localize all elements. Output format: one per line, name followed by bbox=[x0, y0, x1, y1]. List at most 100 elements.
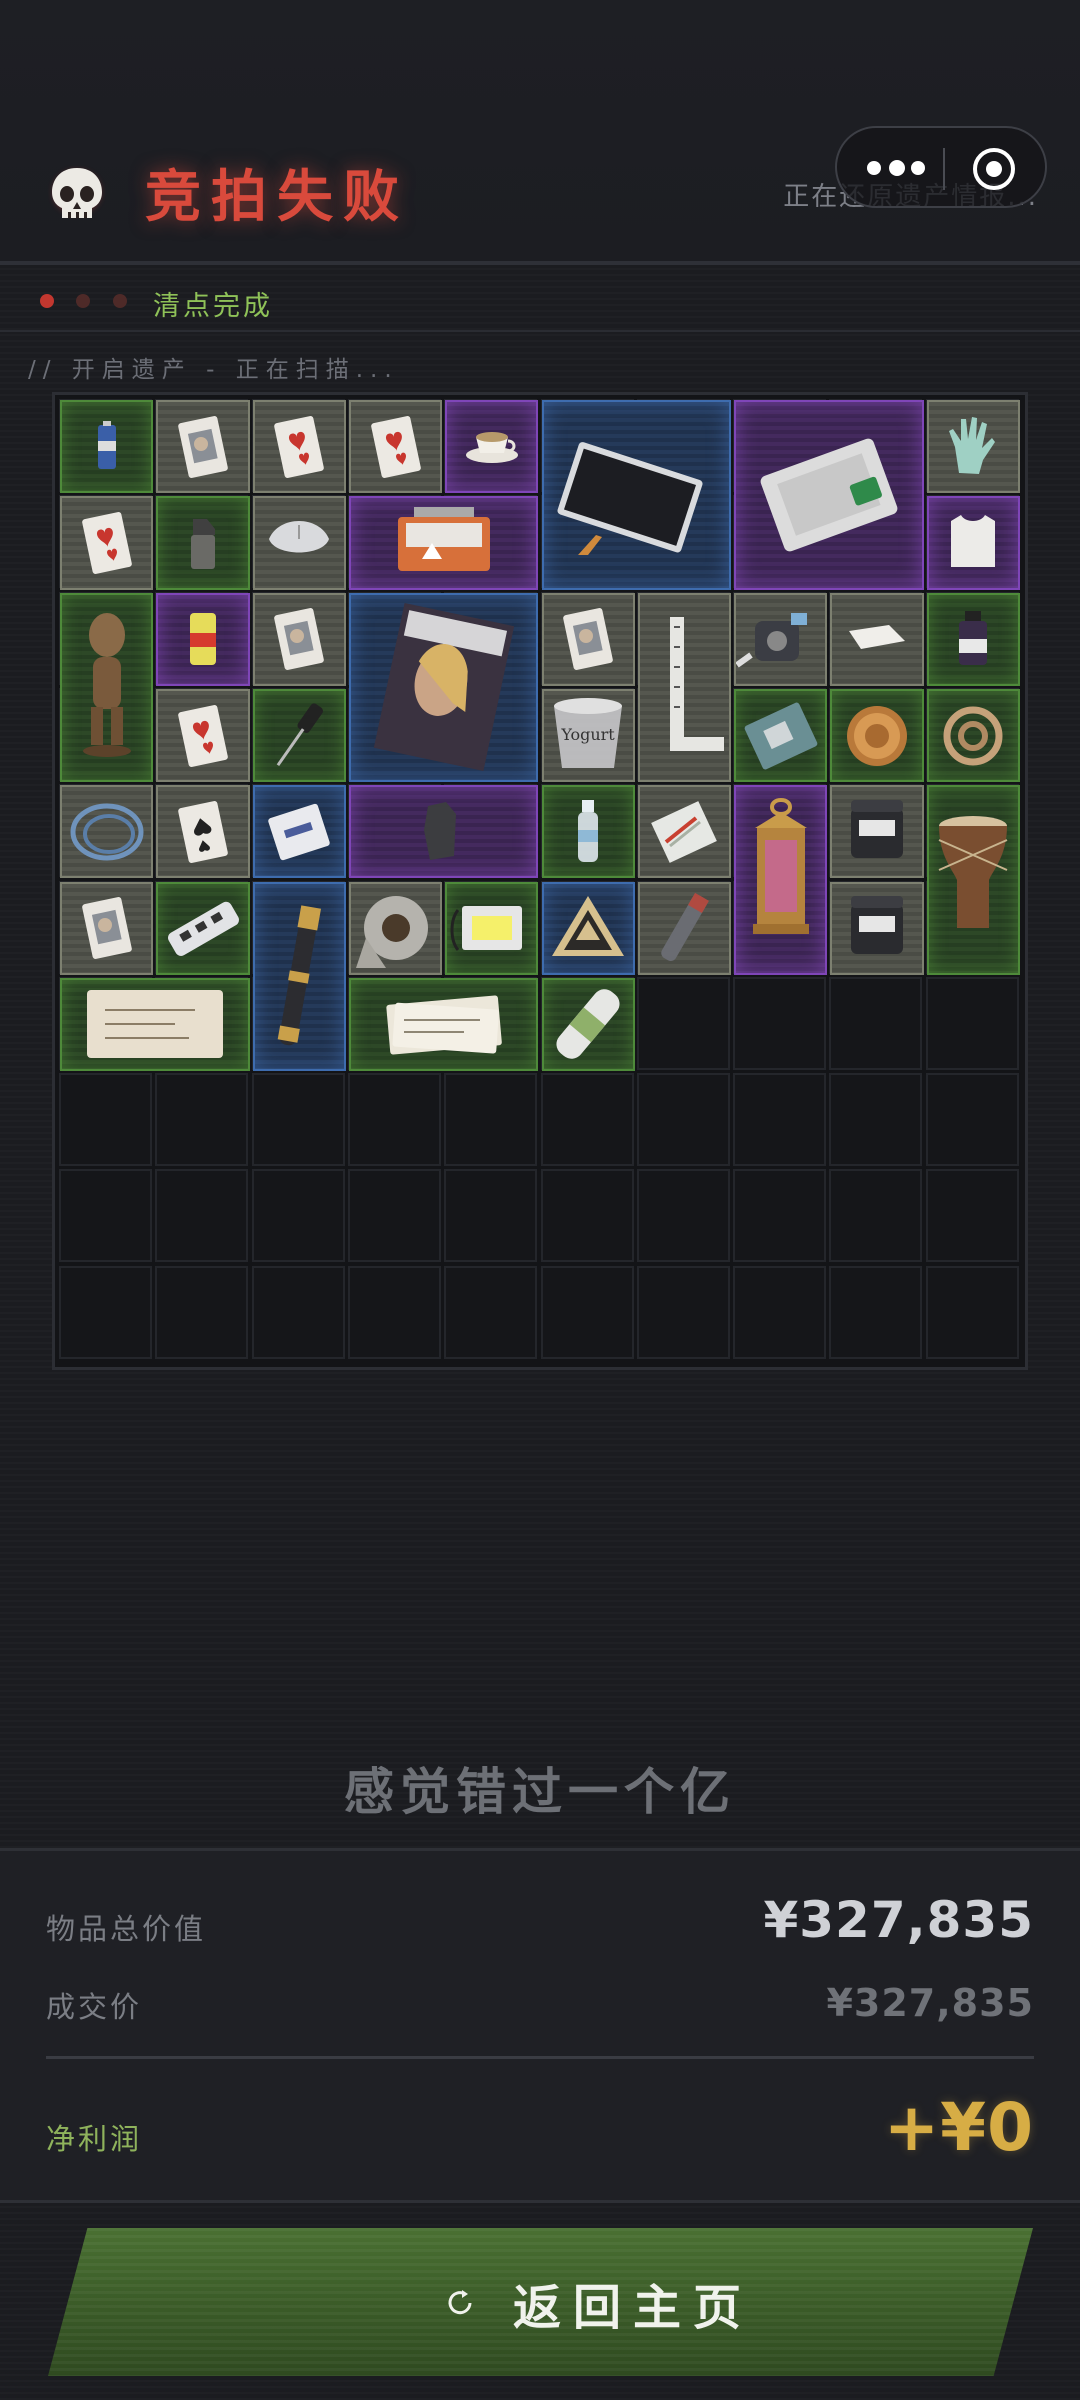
item-ore[interactable] bbox=[348, 785, 539, 879]
item-battery[interactable] bbox=[60, 400, 154, 494]
item-playing-card[interactable] bbox=[60, 881, 154, 975]
jar-icon bbox=[851, 799, 904, 858]
grid-cell bbox=[925, 1073, 1019, 1167]
item-old-map[interactable] bbox=[60, 977, 250, 1072]
statue-icon bbox=[82, 613, 131, 758]
item-tablet[interactable] bbox=[541, 400, 732, 590]
grid-cell bbox=[925, 1265, 1019, 1359]
item-protein-jar[interactable] bbox=[830, 881, 924, 975]
item-playing-card[interactable] bbox=[156, 688, 250, 783]
grid-cell bbox=[636, 976, 730, 1070]
item-cable[interactable] bbox=[60, 785, 154, 879]
item-teacup[interactable] bbox=[445, 400, 539, 494]
item-triangle-badge[interactable] bbox=[541, 881, 635, 975]
more-dots-icon[interactable] bbox=[867, 160, 927, 177]
item-sachet[interactable] bbox=[252, 785, 346, 879]
grid-cell bbox=[829, 1073, 923, 1167]
item-vest[interactable] bbox=[926, 496, 1020, 590]
power-strip-icon bbox=[167, 901, 239, 957]
circuit-icon bbox=[744, 702, 818, 769]
return-home-label: 返回主页 bbox=[513, 2280, 754, 2336]
item-screwdriver[interactable] bbox=[252, 688, 346, 783]
item-playing-card[interactable] bbox=[156, 400, 250, 494]
heart-card-icon bbox=[274, 415, 325, 478]
sachet-icon bbox=[268, 803, 330, 861]
item-lantern[interactable] bbox=[734, 785, 828, 975]
scan-text: // 开启遗产 - 正在扫描... bbox=[28, 357, 399, 383]
papers-icon bbox=[386, 995, 502, 1055]
grid-cell bbox=[636, 1073, 730, 1167]
item-ruler[interactable] bbox=[637, 592, 732, 783]
item-playing-card[interactable] bbox=[541, 592, 635, 686]
status-row: 清点完成 bbox=[0, 270, 1080, 332]
can-icon bbox=[189, 613, 216, 666]
item-playing-card[interactable] bbox=[252, 400, 346, 494]
ore-icon bbox=[423, 801, 456, 860]
item-energy-drink[interactable] bbox=[156, 592, 250, 686]
item-statue[interactable] bbox=[60, 592, 154, 783]
face-card-icon bbox=[274, 608, 325, 671]
grid-cell bbox=[347, 1265, 441, 1359]
close-target-icon[interactable] bbox=[971, 146, 1017, 192]
item-hard-drive[interactable] bbox=[734, 400, 924, 590]
tablet-icon bbox=[557, 441, 703, 555]
return-home-button[interactable]: 返回主页 bbox=[48, 2228, 1033, 2376]
item-documents[interactable] bbox=[348, 977, 539, 1072]
progress-dot-2 bbox=[76, 294, 90, 308]
item-matchbox[interactable] bbox=[637, 785, 732, 879]
grid-cell bbox=[733, 1073, 827, 1167]
item-telescope[interactable] bbox=[252, 881, 346, 1072]
grid-cell bbox=[251, 1265, 345, 1359]
item-circuit[interactable] bbox=[734, 688, 828, 783]
grid-cell bbox=[636, 1265, 730, 1359]
grid-cell bbox=[347, 1073, 441, 1167]
item-mouse[interactable] bbox=[252, 496, 346, 590]
refresh-icon bbox=[448, 2290, 472, 2315]
item-chip-pack[interactable] bbox=[348, 496, 539, 590]
net-profit-value: +¥0 bbox=[883, 2089, 1034, 2166]
item-spray[interactable] bbox=[637, 881, 732, 975]
progress-dot-3 bbox=[113, 294, 127, 308]
glove-icon bbox=[949, 416, 996, 474]
lantern-icon bbox=[752, 797, 809, 934]
grid-cell bbox=[155, 1073, 249, 1167]
item-glove[interactable] bbox=[926, 400, 1020, 494]
item-medicine[interactable] bbox=[926, 592, 1020, 686]
item-playing-card[interactable] bbox=[348, 400, 443, 494]
grid-cell bbox=[59, 1073, 152, 1167]
yogurt-icon: Yogurt bbox=[554, 697, 623, 768]
grid-cell bbox=[444, 1265, 538, 1359]
net-profit-label: 净利润 bbox=[46, 2122, 143, 2156]
grid-cell bbox=[59, 1265, 152, 1359]
grid-cell bbox=[347, 1169, 441, 1263]
item-magazine[interactable] bbox=[348, 592, 539, 783]
item-drum[interactable] bbox=[926, 785, 1020, 975]
item-tape-measure[interactable] bbox=[734, 592, 828, 686]
item-playing-card[interactable] bbox=[156, 785, 250, 879]
grid-cell bbox=[733, 1169, 827, 1263]
battery-icon bbox=[97, 420, 116, 469]
inventory-grid: Yogurt bbox=[52, 392, 1028, 1370]
item-coin[interactable] bbox=[830, 688, 924, 783]
item-napkin[interactable] bbox=[830, 592, 924, 686]
item-tape-roll[interactable] bbox=[348, 881, 443, 975]
item-playing-card[interactable] bbox=[252, 592, 346, 686]
item-led-panel[interactable] bbox=[445, 881, 539, 975]
tape-roll-icon bbox=[355, 896, 428, 969]
face-card-icon bbox=[178, 415, 228, 478]
item-playing-card[interactable] bbox=[60, 496, 154, 590]
grid-cell bbox=[636, 1169, 730, 1263]
grid-cell bbox=[733, 1265, 827, 1359]
teacup-icon bbox=[465, 431, 518, 463]
item-protein-jar[interactable] bbox=[830, 785, 924, 879]
grid-cell bbox=[829, 1169, 923, 1263]
quip-text: 感觉错过一个亿 bbox=[344, 1763, 736, 1821]
item-yogurt[interactable]: Yogurt bbox=[541, 688, 635, 783]
item-lighter[interactable] bbox=[156, 496, 250, 590]
item-water-bottle[interactable] bbox=[541, 785, 635, 879]
summary-divider bbox=[46, 2056, 1034, 2059]
item-hose[interactable] bbox=[926, 688, 1020, 783]
status-text: 清点完成 bbox=[153, 291, 273, 322]
item-power-strip[interactable] bbox=[156, 881, 250, 975]
item-grip[interactable] bbox=[541, 977, 635, 1072]
